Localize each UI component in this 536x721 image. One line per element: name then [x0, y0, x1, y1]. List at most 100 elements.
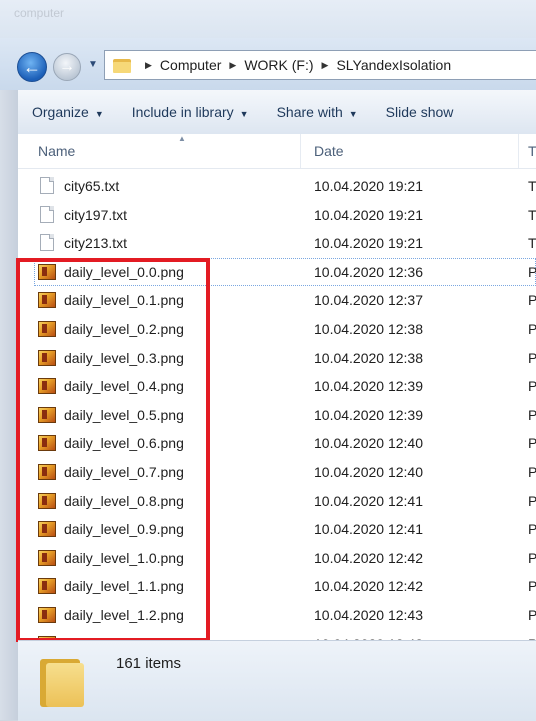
file-name: daily_level_1.3.png: [64, 630, 184, 640]
file-date: 10.04.2020 12:36: [314, 263, 423, 280]
file-name: daily_level_0.6.png: [64, 435, 184, 452]
file-name: city213.txt: [64, 235, 128, 252]
file-row[interactable]: daily_level_0.8.png 10.04.2020 12:41 P: [18, 487, 536, 515]
slide-show-button[interactable]: Slide show: [372, 104, 468, 120]
title-bar: computer: [0, 0, 536, 38]
address-bar: ← → ▼ ▶ Computer ▶ WORK (F:) ▶ SLYandexI…: [0, 38, 536, 90]
png-file-icon: [38, 349, 56, 367]
png-file-icon: [38, 320, 56, 338]
file-type: P: [528, 292, 536, 309]
organize-button[interactable]: Organize ▼: [18, 104, 118, 120]
file-date: 10.04.2020 12:37: [314, 292, 423, 309]
breadcrumb-computer[interactable]: Computer: [160, 57, 221, 73]
file-row[interactable]: city197.txt 10.04.2020 19:21 T: [18, 201, 536, 229]
file-type: P: [528, 435, 536, 452]
file-row[interactable]: daily_level_0.4.png 10.04.2020 12:39 P: [18, 372, 536, 400]
file-date: 10.04.2020 12:39: [314, 406, 423, 423]
file-date: 10.04.2020 12:43: [314, 630, 423, 640]
png-file-icon: [38, 377, 56, 395]
back-button[interactable]: ←: [17, 52, 47, 82]
file-date: 10.04.2020 12:41: [314, 521, 423, 538]
breadcrumb-separator-icon[interactable]: ▶: [322, 60, 329, 71]
chevron-down-icon: ▼: [348, 109, 358, 119]
breadcrumb-folder[interactable]: SLYandexIsolation: [336, 57, 451, 73]
column-divider[interactable]: [518, 134, 519, 168]
png-file-icon: [38, 577, 56, 595]
column-divider[interactable]: [300, 134, 301, 168]
file-date: 10.04.2020 19:21: [314, 235, 423, 252]
file-date: 10.04.2020 12:38: [314, 321, 423, 337]
organize-label: Organize: [32, 104, 89, 120]
include-label: Include in library: [131, 104, 234, 120]
breadcrumb-separator-icon[interactable]: ▶: [145, 60, 152, 71]
file-row[interactable]: daily_level_1.0.png 10.04.2020 12:42 P: [18, 544, 536, 572]
share-with-button[interactable]: Share with ▼: [263, 104, 372, 120]
breadcrumb[interactable]: ▶ Computer ▶ WORK (F:) ▶ SLYandexIsolati…: [104, 50, 536, 80]
breadcrumb-separator-icon[interactable]: ▶: [229, 60, 236, 71]
recent-pages-dropdown[interactable]: ▼: [88, 60, 98, 70]
file-row[interactable]: daily_level_0.2.png 10.04.2020 12:38 P: [18, 315, 536, 343]
breadcrumb-drive[interactable]: WORK (F:): [244, 57, 313, 73]
png-file-icon: [38, 434, 56, 452]
file-row[interactable]: daily_level_1.2.png 10.04.2020 12:43 P: [18, 601, 536, 629]
share-label: Share with: [276, 104, 343, 120]
file-row[interactable]: daily_level_0.5.png 10.04.2020 12:39 P: [18, 401, 536, 429]
file-name: daily_level_0.0.png: [64, 263, 184, 280]
file-name: daily_level_1.0.png: [64, 549, 184, 566]
file-row[interactable]: daily_level_1.1.png 10.04.2020 12:42 P: [18, 572, 536, 600]
file-name: city65.txt: [64, 178, 120, 194]
file-type: P: [528, 578, 536, 595]
file-date: 10.04.2020 12:39: [314, 378, 423, 395]
file-row[interactable]: daily_level_0.3.png 10.04.2020 12:38 P: [18, 344, 536, 372]
file-type: T: [528, 235, 536, 252]
file-type: P: [528, 349, 536, 366]
chevron-down-icon: ▼: [88, 59, 98, 70]
arrow-right-icon: →: [59, 58, 75, 75]
png-file-icon: [38, 263, 56, 281]
sort-ascending-icon: ▲: [178, 134, 186, 143]
column-date[interactable]: Date: [314, 143, 344, 159]
file-date: 10.04.2020 12:41: [314, 492, 423, 509]
file-name: daily_level_0.2.png: [64, 321, 184, 337]
include-in-library-button[interactable]: Include in library ▼: [118, 104, 263, 120]
file-type: P: [528, 321, 536, 337]
file-row[interactable]: daily_level_0.6.png 10.04.2020 12:40 P: [18, 429, 536, 457]
file-name: daily_level_1.1.png: [64, 578, 184, 595]
file-row[interactable]: daily_level_1.3.png 10.04.2020 12:43 P: [18, 630, 536, 640]
file-row[interactable]: daily_level_0.0.png 10.04.2020 12:36 P: [34, 257, 536, 286]
file-name: daily_level_0.5.png: [64, 406, 184, 423]
file-date: 10.04.2020 12:42: [314, 578, 423, 595]
slideshow-label: Slide show: [385, 104, 454, 120]
file-name: daily_level_0.9.png: [64, 521, 184, 538]
file-type: P: [528, 607, 536, 623]
command-bar: Organize ▼ Include in library ▼ Share with…: [18, 90, 536, 135]
file-type: P: [528, 521, 536, 538]
navigation-pane-edge: [0, 90, 18, 720]
file-row[interactable]: daily_level_0.7.png 10.04.2020 12:40 P: [18, 458, 536, 486]
file-name: daily_level_0.4.png: [64, 378, 184, 395]
file-name: daily_level_0.3.png: [64, 349, 184, 366]
file-name: daily_level_1.2.png: [64, 607, 184, 623]
folder-icon: [40, 653, 86, 707]
file-row[interactable]: daily_level_0.1.png 10.04.2020 12:37 P: [18, 286, 536, 314]
file-row[interactable]: daily_level_0.9.png 10.04.2020 12:41 P: [18, 515, 536, 543]
column-type[interactable]: T: [528, 143, 536, 159]
file-row[interactable]: city213.txt 10.04.2020 19:21 T: [18, 229, 536, 257]
item-count: 161 items: [116, 655, 182, 672]
file-name: city197.txt: [64, 206, 128, 223]
file-list: ▲ Name Date T city65.txt 10.04.2020 19:21…: [18, 134, 536, 640]
window-title: computer: [14, 6, 65, 20]
png-file-icon: [38, 463, 56, 481]
column-name[interactable]: Name: [38, 143, 75, 159]
file-row[interactable]: city65.txt 10.04.2020 19:21 T: [18, 172, 536, 200]
png-file-icon: [38, 406, 56, 424]
forward-button[interactable]: →: [53, 53, 81, 81]
file-type: P: [528, 378, 536, 395]
file-date: 10.04.2020 12:40: [314, 435, 423, 452]
file-type: P: [528, 549, 536, 566]
file-date: 10.04.2020 19:21: [314, 206, 423, 223]
file-date: 10.04.2020 19:21: [314, 178, 423, 194]
arrow-left-icon: ←: [23, 56, 41, 77]
file-type: P: [528, 492, 536, 509]
file-date: 10.04.2020 12:43: [314, 607, 423, 623]
